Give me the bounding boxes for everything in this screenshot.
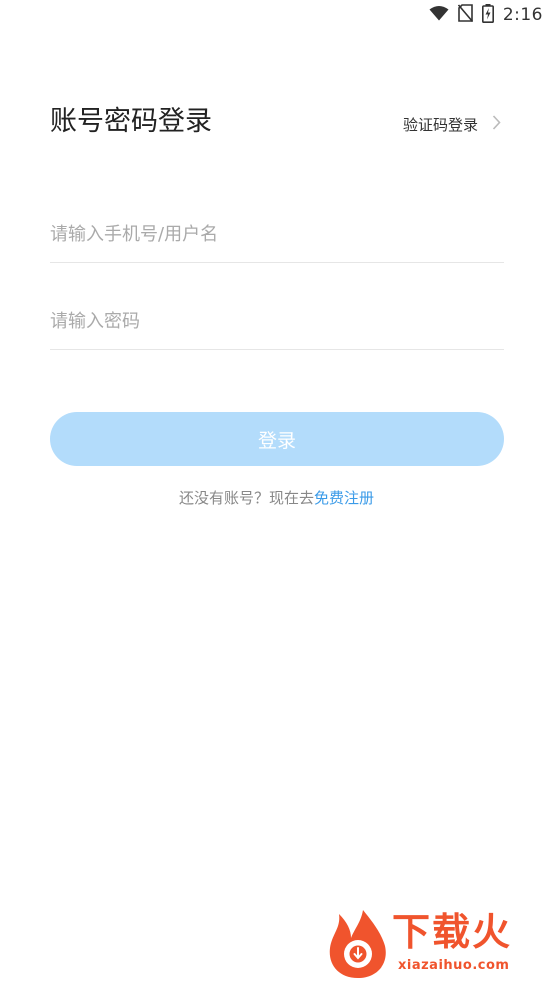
- page-title: 账号密码登录: [50, 106, 212, 137]
- account-input[interactable]: [50, 207, 504, 262]
- status-icons: 2:16: [429, 3, 543, 27]
- login-button[interactable]: 登录: [50, 412, 504, 466]
- chevron-right-icon: [492, 115, 501, 134]
- password-input[interactable]: [50, 294, 504, 349]
- watermark-url: xiazaihuo.com: [398, 958, 510, 973]
- password-field: [50, 294, 504, 350]
- battery-charging-icon: [481, 3, 494, 27]
- status-time: 2:16: [502, 5, 543, 25]
- watermark-brand: 下载火: [392, 910, 513, 954]
- register-prompt: 还没有账号？现在去免费注册: [0, 487, 553, 508]
- sms-login-link[interactable]: 验证码登录: [403, 114, 501, 135]
- sms-login-label: 验证码登录: [402, 116, 478, 134]
- watermark: 下载火 xiazaihuo.com: [325, 908, 547, 980]
- register-link[interactable]: 免费注册: [314, 489, 374, 507]
- status-bar: 2:16: [0, 0, 553, 30]
- no-sim-icon: [457, 4, 473, 26]
- register-prompt-text: 还没有账号？现在去: [178, 489, 314, 507]
- account-field: [50, 207, 504, 263]
- wifi-icon: [429, 5, 449, 25]
